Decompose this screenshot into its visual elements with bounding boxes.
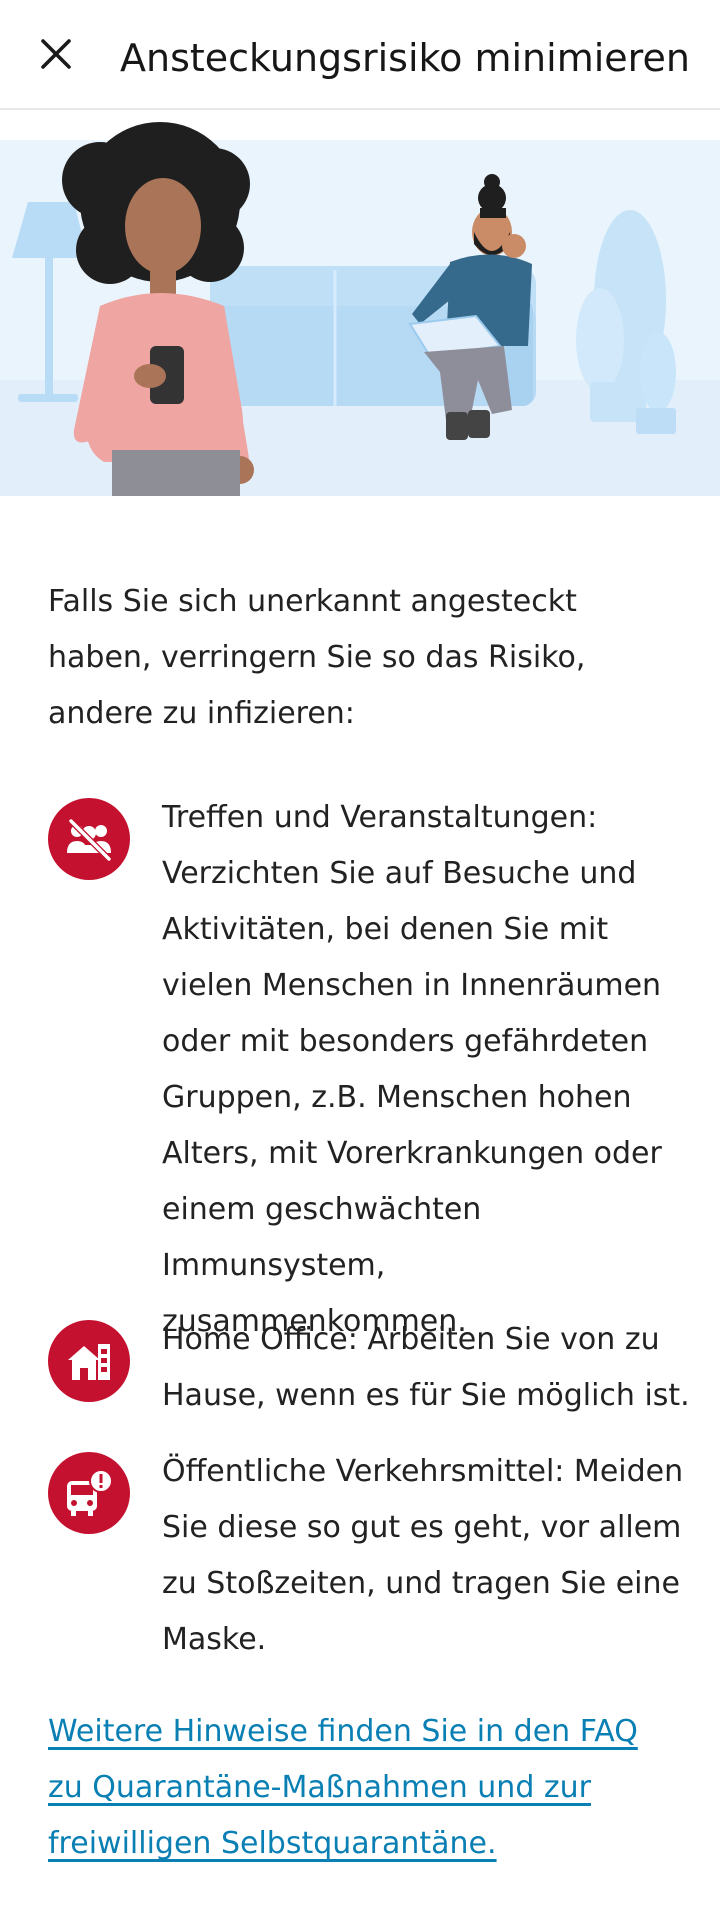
close-icon: [41, 39, 71, 69]
top-app-bar: Ansteckungsrisiko minimieren: [0, 0, 720, 110]
public-transport-warning-icon: [48, 1452, 130, 1534]
list-item-text: Home Office: Arbeiten Sie von zu Hause, …: [162, 1322, 690, 1413]
faq-link[interactable]: Weitere Hinweise finden Sie in den FAQ z…: [48, 1704, 668, 1872]
list-item-text: Öffentliche Verkehrsmittel: Meiden Sie d…: [162, 1454, 684, 1657]
people-at-home-illustration: [0, 110, 720, 496]
intro-text: Falls Sie sich unerkannt angesteckt habe…: [48, 584, 586, 731]
home-office-icon: [48, 1320, 130, 1402]
close-button[interactable]: [28, 26, 84, 82]
no-gathering-icon: [48, 798, 130, 880]
list-item-text: Treffen und Veranstaltungen: Verzichten …: [162, 800, 662, 1339]
page-title: Ansteckungsrisiko minimieren: [120, 36, 690, 80]
